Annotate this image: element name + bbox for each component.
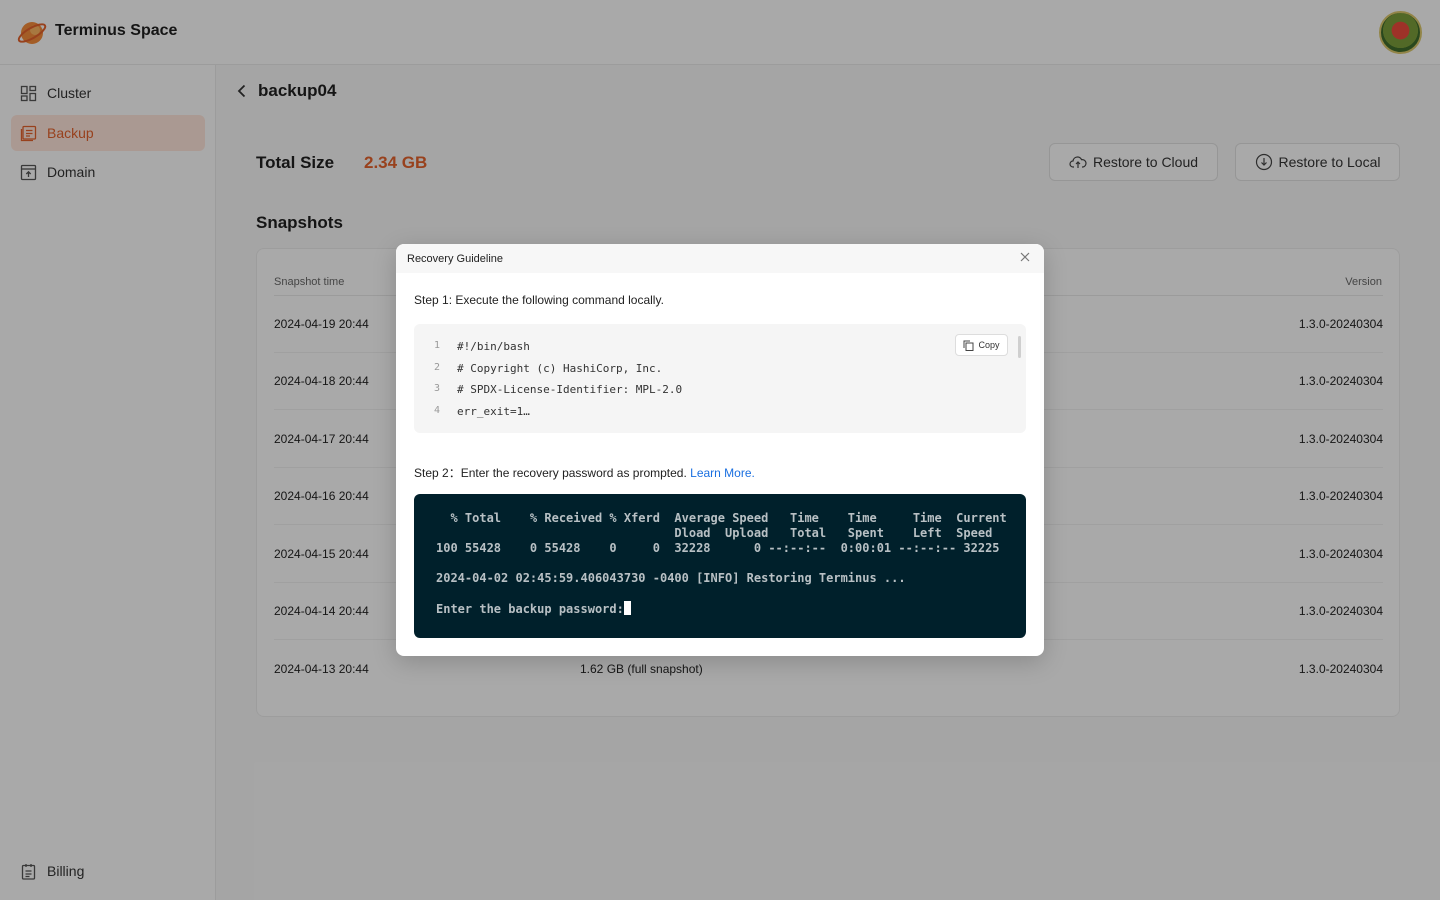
code-text: err_exit=1… [457, 405, 530, 418]
terminal-line: 2024-04-02 02:45:59.406043730 -0400 [INF… [436, 571, 906, 585]
learn-more-link[interactable]: Learn More. [690, 466, 755, 480]
step-2-text: Step 2：Enter the recovery password as pr… [414, 464, 755, 481]
code-text: # Copyright (c) HashiCorp, Inc. [457, 362, 663, 375]
step-1-text: Step 1: Execute the following command lo… [414, 293, 664, 307]
close-icon[interactable] [1020, 252, 1030, 262]
line-number: 4 [433, 405, 441, 416]
code-text: # SPDX-License-Identifier: MPL-2.0 [457, 383, 683, 396]
code-text: #!/bin/bash [457, 340, 530, 353]
line-number: 3 [433, 383, 441, 394]
copy-label: Copy [978, 340, 1000, 350]
code-scrollbar[interactable] [1018, 336, 1021, 358]
terminal-line: Dload Upload Total Spent Left Speed [436, 526, 993, 540]
terminal-cursor [623, 601, 631, 615]
copy-button[interactable]: Copy [955, 334, 1008, 356]
code-block: 1 #!/bin/bash 2 # Copyright (c) HashiCor… [414, 324, 1026, 433]
terminal-preview: % Total % Received % Xferd Average Speed… [414, 494, 1026, 638]
line-number: 1 [433, 340, 441, 351]
dialog-header: Recovery Guideline [396, 244, 1044, 273]
terminal-line: % Total % Received % Xferd Average Speed… [436, 511, 1007, 525]
line-number: 2 [433, 362, 441, 373]
copy-icon [963, 340, 974, 351]
recovery-guideline-dialog: Recovery Guideline Step 1: Execute the f… [396, 244, 1044, 656]
terminal-line: 100 55428 0 55428 0 0 32228 0 --:--:-- 0… [436, 541, 1000, 555]
terminal-prompt: Enter the backup password: [436, 601, 631, 616]
dialog-title: Recovery Guideline [407, 252, 503, 265]
prompt-text: Enter the backup password: [436, 602, 624, 616]
step-2-label: Step 2：Enter the recovery password as pr… [414, 466, 687, 480]
